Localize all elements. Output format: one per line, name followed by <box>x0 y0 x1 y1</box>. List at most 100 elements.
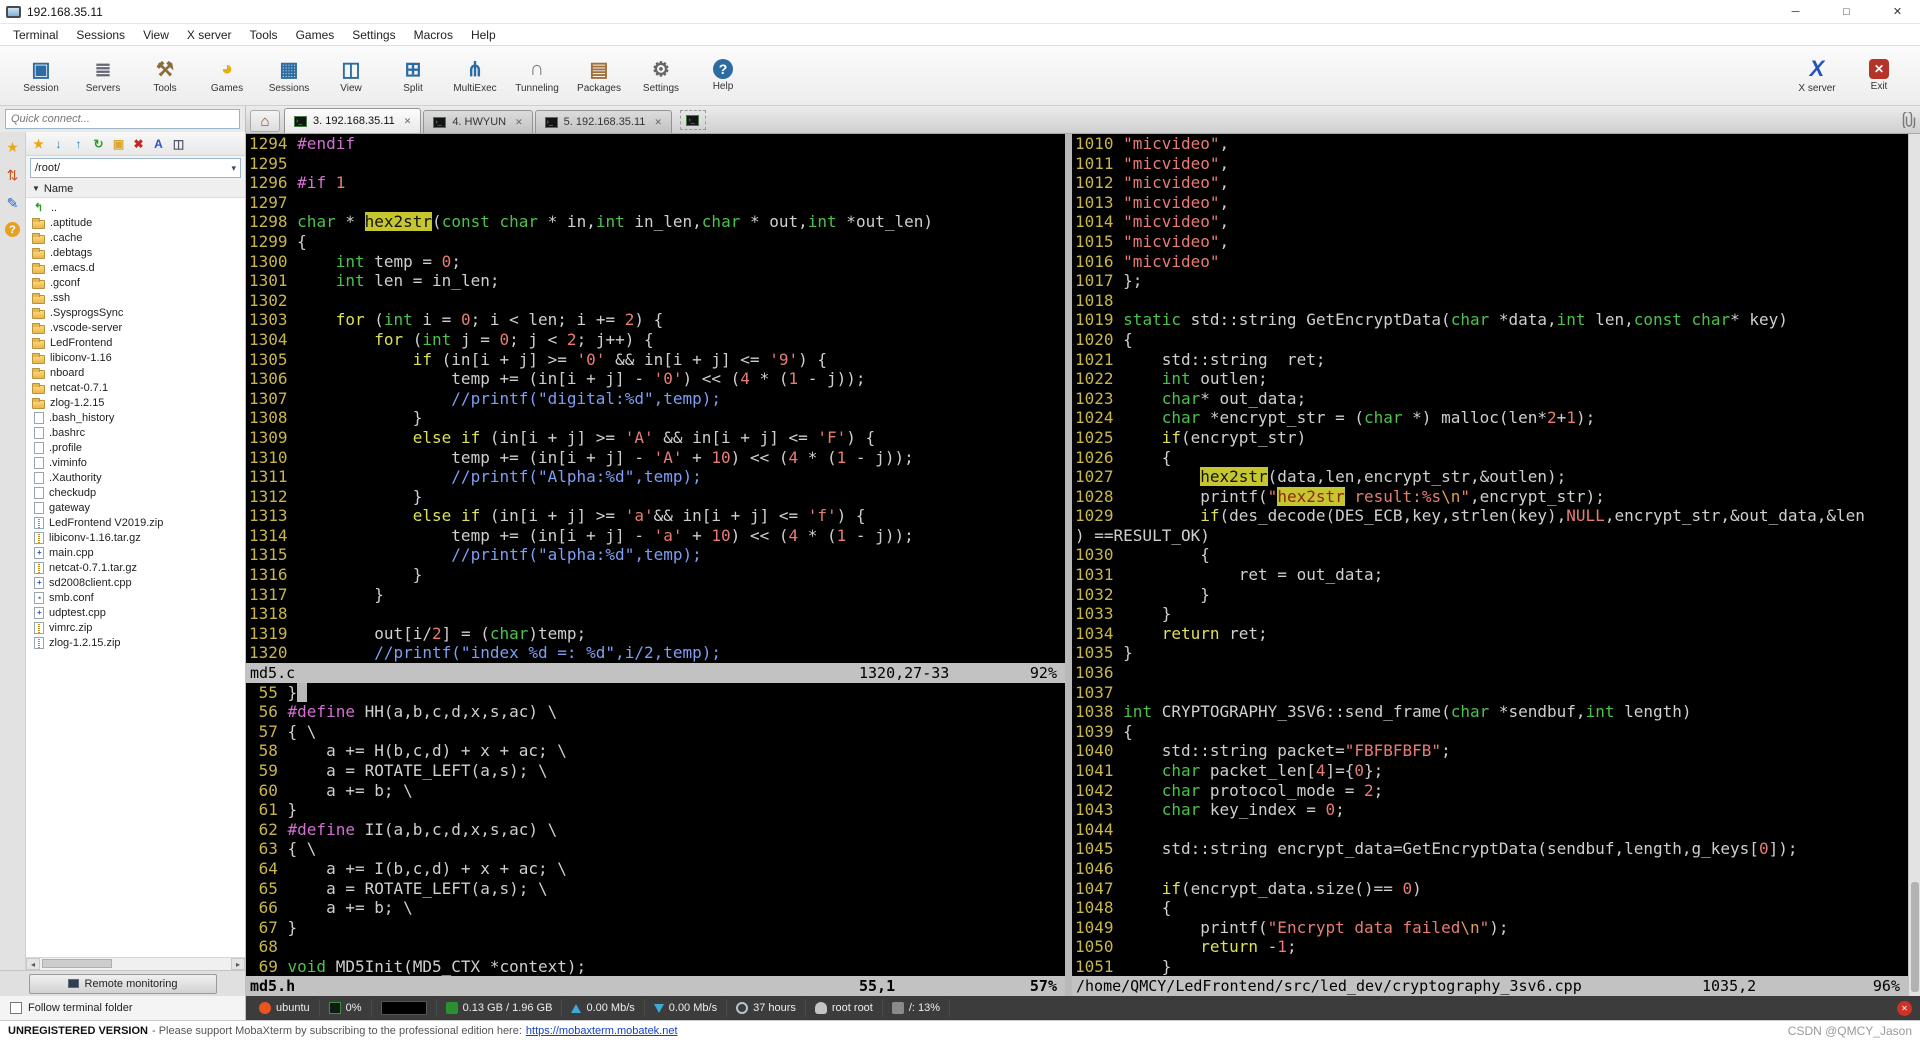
menu-view[interactable]: View <box>134 25 178 45</box>
minimize-button[interactable]: ─ <box>1773 0 1818 23</box>
menu-macros[interactable]: Macros <box>405 25 462 45</box>
file-item[interactable]: .cache <box>32 230 245 245</box>
toolbar-split-button[interactable]: ⊞ Split <box>382 50 444 102</box>
menu-sessions[interactable]: Sessions <box>67 25 134 45</box>
upload-icon[interactable]: ↑ <box>70 135 87 152</box>
file-item[interactable]: LedFrontend <box>32 335 245 350</box>
edit-icon[interactable]: A <box>150 135 167 152</box>
close-statusbar-icon[interactable]: ✕ <box>1897 1000 1912 1016</box>
terminal-scrollbar[interactable] <box>1908 134 1920 996</box>
file-item[interactable]: .emacs.d <box>32 260 245 275</box>
file-item[interactable]: .SysprogsSync <box>32 305 245 320</box>
sftp-icon[interactable]: ⇅ <box>4 166 22 184</box>
file-item[interactable]: libiconv-1.16 <box>32 350 245 365</box>
file-item[interactable]: .. <box>32 200 245 215</box>
file-item[interactable]: gateway <box>32 500 245 515</box>
file-item[interactable]: .gconf <box>32 275 245 290</box>
toolbar-games-button[interactable]: ◕ Games <box>196 50 258 102</box>
terminal-scrollbar-thumb[interactable] <box>1911 882 1919 992</box>
vim-right-pane: 1010 "micvideo", 1011 "micvideo", 1012 "mi… <box>1072 134 1908 996</box>
file-item[interactable]: .viminfo <box>32 455 245 470</box>
scrollbar-thumb[interactable] <box>42 959 112 968</box>
terminal-tab[interactable]: 5. 192.168.35.11 ✕ <box>534 110 672 133</box>
terminal[interactable]: 1294 #endif 1295 1296 #if 1 1297 1298 char… <box>246 134 1920 996</box>
toolbar-view-button[interactable]: ◫ View <box>320 50 382 102</box>
close-tab-icon[interactable]: ✕ <box>654 117 662 128</box>
maximize-button[interactable]: □ <box>1824 0 1869 23</box>
paperclip-icon[interactable] <box>1898 109 1920 131</box>
toolbar-multiexec-button[interactable]: ⋔ MultiExec <box>444 50 506 102</box>
new-tab-button[interactable] <box>679 110 706 130</box>
follow-terminal-folder-checkbox[interactable] <box>10 1002 22 1014</box>
help-icon[interactable]: ? <box>5 222 20 237</box>
mobatek-link[interactable]: https://mobaxterm.mobatek.net <box>526 1025 678 1037</box>
file-item[interactable]: zlog-1.2.15.zip <box>32 635 245 650</box>
vim-vertical-split[interactable] <box>1065 134 1072 996</box>
delete-icon[interactable]: ✖ <box>130 135 147 152</box>
close-tab-icon[interactable]: ✕ <box>515 117 523 128</box>
menu-tools[interactable]: Tools <box>241 25 287 45</box>
toolbar-help-button[interactable]: ? Help <box>692 50 754 102</box>
line-number: 58 <box>249 741 288 761</box>
home-button[interactable]: ⌂ <box>250 110 280 132</box>
close-tab-icon[interactable]: ✕ <box>404 116 412 127</box>
menu-settings[interactable]: Settings <box>343 25 404 45</box>
file-icon <box>34 486 44 499</box>
scroll-left-icon[interactable]: ◂ <box>26 958 40 970</box>
sessions-icon[interactable]: ★ <box>4 138 22 156</box>
file-item[interactable]: udptest.cpp <box>32 605 245 620</box>
toolbar-tunneling-button[interactable]: ∩ Tunneling <box>506 50 568 102</box>
file-item[interactable]: netcat-0.7.1 <box>32 380 245 395</box>
file-item[interactable]: .ssh <box>32 290 245 305</box>
file-item[interactable]: .aptitude <box>32 215 245 230</box>
tree-header[interactable]: ▼ Name <box>26 180 245 198</box>
file-item[interactable]: .Xauthority <box>32 470 245 485</box>
code-line: 1024 char *encrypt_str = (char *) malloc… <box>1075 408 1596 428</box>
scrollbar-track[interactable] <box>40 958 231 970</box>
toolbar-session-button[interactable]: ▣ Session <box>10 50 72 102</box>
file-item[interactable]: main.cpp <box>32 545 245 560</box>
remote-monitoring-button[interactable]: Remote monitoring <box>28 973 217 994</box>
zip-icon <box>34 531 44 544</box>
file-item[interactable]: vimrc.zip <box>32 620 245 635</box>
file-item[interactable]: checkudp <box>32 485 245 500</box>
menu-help[interactable]: Help <box>462 25 505 45</box>
new-folder-icon[interactable]: ▣ <box>110 135 127 152</box>
toolbar-servers-button[interactable]: ≣ Servers <box>72 50 134 102</box>
close-button[interactable]: ✕ <box>1875 0 1920 23</box>
toolbar-settings-button[interactable]: ⚙ Settings <box>630 50 692 102</box>
toolbar-sessions-button[interactable]: ▦ Sessions <box>258 50 320 102</box>
toolbar-exit-button[interactable]: ✕ Exit <box>1848 50 1910 102</box>
file-item[interactable]: .profile <box>32 440 245 455</box>
file-item[interactable]: zlog-1.2.15 <box>32 395 245 410</box>
file-item[interactable]: netcat-0.7.1.tar.gz <box>32 560 245 575</box>
file-item[interactable]: .bashrc <box>32 425 245 440</box>
file-item[interactable]: .debtags <box>32 245 245 260</box>
line-number: 1294 <box>249 134 298 153</box>
file-item[interactable]: smb.conf <box>32 590 245 605</box>
toolbar-tools-button[interactable]: ⚒ Tools <box>134 50 196 102</box>
file-item[interactable]: nboard <box>32 365 245 380</box>
scroll-right-icon[interactable]: ▸ <box>231 958 245 970</box>
toolbar-xserver-button[interactable]: X X server <box>1786 50 1848 102</box>
macros-icon[interactable]: ✎ <box>4 194 22 212</box>
line-number: 1302 <box>249 290 298 310</box>
file-item[interactable]: sd2008client.cpp <box>32 575 245 590</box>
file-item[interactable]: .bash_history <box>32 410 245 425</box>
menu-games[interactable]: Games <box>287 25 344 45</box>
file-item[interactable]: .vscode-server <box>32 320 245 335</box>
split-view-icon[interactable]: ◫ <box>170 135 187 152</box>
file-item[interactable]: LedFrontend V2019.zip <box>32 515 245 530</box>
download-icon[interactable]: ↓ <box>50 135 67 152</box>
menu-terminal[interactable]: Terminal <box>4 25 67 45</box>
refresh-icon[interactable]: ↻ <box>90 135 107 152</box>
terminal-tab[interactable]: 4. HWYUN ✕ <box>423 110 533 133</box>
toolbar-packages-button[interactable]: ▤ Packages <box>568 50 630 102</box>
menu-x-server[interactable]: X server <box>178 25 241 45</box>
path-select[interactable]: /root/ ▾ <box>30 158 241 178</box>
terminal-tab[interactable]: 3. 192.168.35.11 ✕ <box>284 108 422 133</box>
quick-connect-input[interactable] <box>5 109 240 129</box>
horizontal-scrollbar[interactable]: ◂ ▸ <box>26 957 245 970</box>
file-item[interactable]: libiconv-1.16.tar.gz <box>32 530 245 545</box>
favorite-icon[interactable]: ★ <box>30 135 47 152</box>
